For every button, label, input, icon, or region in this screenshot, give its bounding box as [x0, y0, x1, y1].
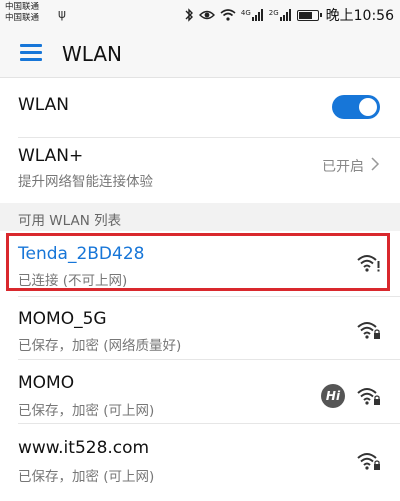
network-status: 已连接 (不可上网) — [18, 273, 128, 289]
network-ssid: MOMO_5G — [18, 309, 107, 329]
carrier-info: 中国联通 中国联通 — [5, 2, 39, 24]
network-ssid: www.it528.com — [18, 438, 150, 458]
battery-icon — [296, 9, 322, 21]
usb-icon: ψ — [58, 7, 66, 21]
status-bar: 中国联通 中国联通 ψ 4G 2G 晚上10:56 — [0, 0, 400, 30]
wifi-no-internet-icon — [357, 255, 380, 272]
signal-strength-icon — [251, 9, 263, 21]
signal-4g: 4G — [241, 9, 264, 21]
network-ssid: MOMO — [18, 373, 75, 393]
network-status: 已保存，加密 (可上网) — [18, 403, 155, 419]
wifi-status-icon — [220, 9, 236, 21]
signal-2g: 2G — [269, 9, 292, 21]
wlan-plus-status: 已开启 — [322, 159, 364, 175]
network-type-label: 2G — [268, 9, 279, 17]
wifi-lock-icon — [357, 453, 380, 470]
carrier-name-2: 中国联通 — [5, 13, 40, 23]
hilink-badge-icon: Hi — [321, 384, 345, 408]
network-item[interactable]: Tenda_2BD428 已连接 (不可上网) — [0, 234, 400, 291]
wifi-lock-icon — [357, 388, 380, 405]
network-list-header: 可用 WLAN 列表 — [0, 203, 400, 231]
wifi-lock-icon — [357, 322, 380, 339]
status-icons: 4G 2G 晚上10:56 — [184, 0, 394, 30]
menu-icon[interactable] — [20, 42, 42, 62]
wlan-toggle-switch[interactable] — [332, 95, 380, 119]
network-type-label: 4G — [240, 9, 251, 17]
network-ssid: Tenda_2BD428 — [18, 244, 145, 264]
chevron-right-icon — [371, 157, 380, 171]
network-item[interactable]: MOMO_5G 已保存，加密 (网络质量好) — [0, 297, 400, 358]
wlan-toggle-label: WLAN — [18, 95, 70, 115]
toggle-knob — [359, 98, 377, 116]
wlan-plus-subtitle: 提升网络智能连接体验 — [18, 174, 153, 190]
network-item[interactable]: www.it528.com 已保存，加密 (可上网) — [0, 424, 400, 488]
section-title: 可用 WLAN 列表 — [18, 213, 122, 229]
signal-strength-icon — [279, 9, 291, 21]
battery-level — [298, 11, 313, 19]
clock: 晚上10:56 — [325, 8, 394, 24]
network-status: 已保存，加密 (网络质量好) — [18, 338, 182, 354]
network-status: 已保存，加密 (可上网) — [18, 469, 155, 485]
bluetooth-icon — [185, 8, 193, 22]
page-title: WLAN — [62, 42, 123, 66]
eye-comfort-icon — [198, 10, 215, 20]
app-header: WLAN — [0, 30, 400, 78]
carrier-name-1: 中国联通 — [5, 2, 40, 12]
wlan-plus-title: WLAN+ — [18, 146, 84, 166]
